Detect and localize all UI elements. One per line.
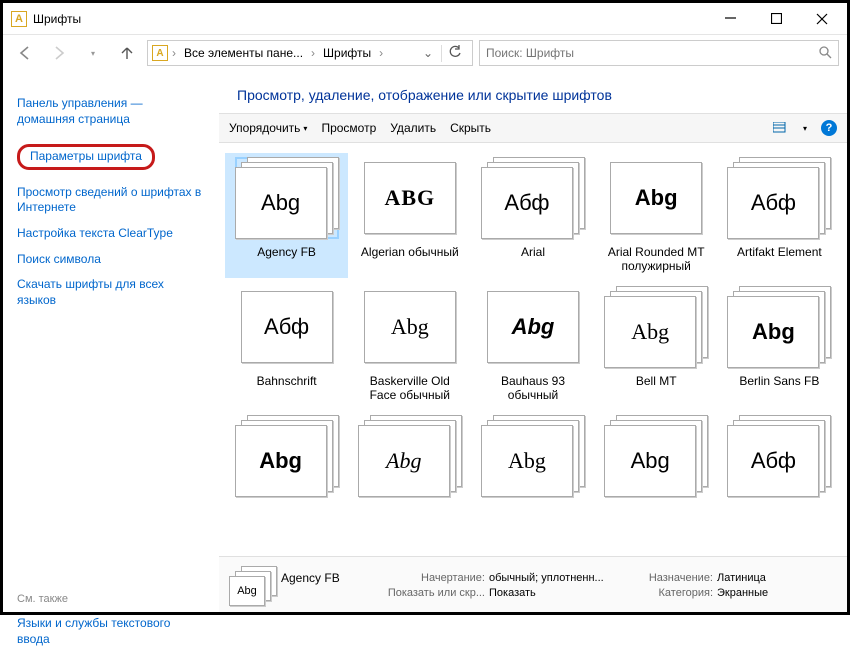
search-input[interactable] — [486, 46, 818, 60]
window-title: Шрифты — [33, 12, 717, 26]
font-item[interactable]: Abg — [225, 411, 348, 507]
view-button[interactable]: Просмотр — [321, 121, 376, 135]
search-icon — [818, 45, 832, 62]
font-label: Artifakt Element — [737, 245, 822, 259]
breadcrumb-panel[interactable]: Все элементы пане... — [180, 46, 307, 60]
details-design-value: Латиница — [717, 572, 837, 584]
refresh-button[interactable] — [441, 45, 468, 62]
page-title: Просмотр, удаление, отображение или скры… — [219, 71, 847, 113]
font-item[interactable]: AbgBerlin Sans FB — [718, 282, 841, 407]
sidebar-charmap[interactable]: Поиск символа — [17, 247, 205, 273]
sidebar-lang-services[interactable]: Языки и службы текстового ввода — [17, 611, 205, 652]
font-item[interactable]: Абф — [718, 411, 841, 507]
view-options-button[interactable] — [773, 120, 789, 136]
font-item[interactable]: Abg — [348, 411, 471, 507]
details-show-value: Показать — [489, 587, 609, 599]
see-also-label: См. также — [17, 593, 205, 605]
sidebar-font-info-web[interactable]: Просмотр сведений о шрифтах в Интернете — [17, 180, 205, 221]
font-label: Bell MT — [636, 374, 677, 388]
font-item[interactable]: Abg — [471, 411, 594, 507]
minimize-button[interactable] — [717, 9, 743, 29]
up-button[interactable] — [113, 39, 141, 67]
font-label: Algerian обычный — [361, 245, 459, 259]
help-button[interactable]: ? — [821, 120, 837, 136]
search-box[interactable] — [479, 40, 839, 66]
font-label: Bauhaus 93 обычный — [478, 374, 588, 403]
font-label: Arial — [521, 245, 545, 259]
sidebar-font-settings[interactable]: Параметры шрифта — [17, 144, 155, 170]
font-item[interactable]: АбфArial — [471, 153, 594, 278]
details-category-key: Категория: — [613, 587, 713, 599]
details-style-key: Начертание: — [375, 572, 485, 584]
font-label: Baskerville Old Face обычный — [355, 374, 465, 403]
font-item[interactable]: AbgAgency FB — [225, 153, 348, 278]
details-name: Agency FB — [281, 571, 371, 585]
chevron-right-icon: › — [172, 46, 176, 60]
chevron-right-icon: › — [311, 46, 315, 60]
back-button[interactable] — [11, 39, 39, 67]
font-item[interactable]: AbgBaskerville Old Face обычный — [348, 282, 471, 407]
font-item[interactable]: АбфBahnschrift — [225, 282, 348, 407]
font-label: Agency FB — [257, 245, 316, 259]
chevron-right-icon: › — [379, 46, 383, 60]
chevron-down-icon[interactable]: ▾ — [803, 124, 807, 133]
recent-button[interactable]: ▾ — [79, 39, 107, 67]
font-item[interactable]: AbgArial Rounded MT полужирный — [595, 153, 718, 278]
font-grid: AbgAgency FBABGAlgerian обычныйАбфArialA… — [219, 143, 847, 556]
forward-button[interactable] — [45, 39, 73, 67]
font-item[interactable]: AbgBauhaus 93 обычный — [471, 282, 594, 407]
details-show-key: Показать или скр... — [375, 587, 485, 599]
address-dropdown[interactable]: ⌄ — [419, 46, 437, 60]
organize-button[interactable]: Упорядочить ▾ — [229, 121, 307, 135]
window-icon: A — [11, 11, 27, 27]
maximize-button[interactable] — [763, 9, 789, 29]
hide-button[interactable]: Скрыть — [450, 121, 491, 135]
details-pane: Abg Agency FB Начертание: обычный; уплот… — [219, 556, 847, 612]
sidebar: Панель управления — домашняя страница Па… — [3, 71, 219, 612]
font-item[interactable]: ABGAlgerian обычный — [348, 153, 471, 278]
details-style-value: обычный; уплотненн... — [489, 572, 609, 584]
font-item[interactable]: Abg — [595, 411, 718, 507]
sidebar-cleartype[interactable]: Настройка текста ClearType — [17, 221, 205, 247]
sidebar-home-link[interactable]: Панель управления — домашняя страница — [17, 91, 205, 132]
details-thumb: Abg — [229, 566, 271, 604]
close-button[interactable] — [809, 9, 835, 29]
font-label: Bahnschrift — [257, 374, 317, 388]
details-design-key: Назначение: — [613, 572, 713, 584]
font-label: Berlin Sans FB — [739, 374, 819, 388]
folder-icon: A — [152, 45, 168, 61]
font-label: Arial Rounded MT полужирный — [601, 245, 711, 274]
delete-button[interactable]: Удалить — [390, 121, 436, 135]
address-bar[interactable]: A › Все элементы пане... › Шрифты › ⌄ — [147, 40, 473, 66]
toolbar: Упорядочить ▾ Просмотр Удалить Скрыть ▾ … — [219, 113, 847, 143]
details-category-value: Экранные — [717, 587, 837, 599]
font-item[interactable]: AbgBell MT — [595, 282, 718, 407]
breadcrumb-fonts[interactable]: Шрифты — [319, 46, 375, 60]
font-item[interactable]: АбфArtifakt Element — [718, 153, 841, 278]
sidebar-download-fonts[interactable]: Скачать шрифты для всех языков — [17, 272, 205, 313]
